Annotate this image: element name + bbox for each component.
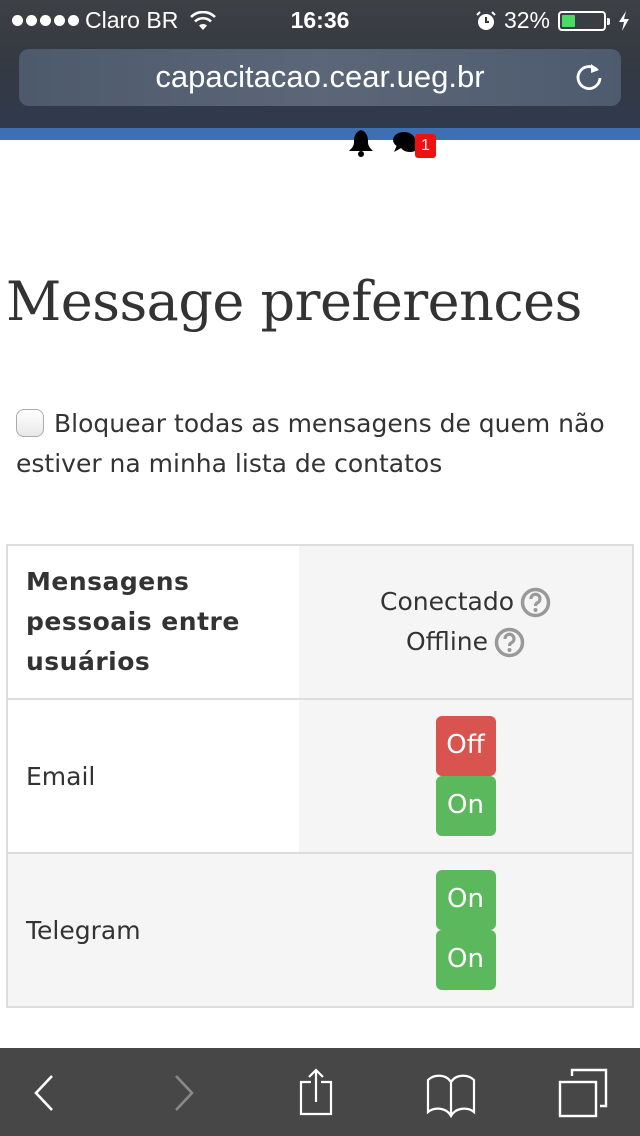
toggle-email-offline[interactable]: On xyxy=(435,776,496,836)
column-offline: Offline xyxy=(299,622,632,662)
reload-icon[interactable] xyxy=(573,61,605,93)
navbar-icons: 1 xyxy=(340,126,480,166)
message-preferences-table: Mensagens pessoais entre usuários Conect… xyxy=(6,544,634,1008)
browser-chrome: Claro BR 16:36 32% capacitacao.cear.ueg.… xyxy=(0,0,640,128)
status-right: 32% xyxy=(476,7,630,34)
column-label: Conectado xyxy=(379,587,514,616)
block-non-contacts-label: Bloquear todas as mensagens de quem não … xyxy=(16,409,605,478)
messages-badge[interactable]: 1 xyxy=(415,134,436,158)
tabs-icon[interactable] xyxy=(556,1066,610,1120)
url-text[interactable]: capacitacao.cear.ueg.br xyxy=(19,59,621,95)
battery-fill xyxy=(562,14,575,27)
forward-icon[interactable] xyxy=(156,1066,210,1120)
battery-percent: 32% xyxy=(503,7,550,33)
column-label: Offline xyxy=(405,627,489,656)
help-icon[interactable] xyxy=(520,587,551,618)
table-row: Email Off On xyxy=(7,698,633,853)
carrier-name: Claro BR xyxy=(85,7,179,33)
table-header-row: Mensagens pessoais entre usuários Conect… xyxy=(7,544,633,699)
column-conectado: Conectado xyxy=(299,582,632,622)
header-label: Mensagens pessoais entre usuários xyxy=(7,544,299,699)
status-left: Claro BR xyxy=(12,7,217,34)
processor-toggles: On On xyxy=(299,852,633,1007)
bell-icon[interactable] xyxy=(346,128,376,158)
signal-strength-icon xyxy=(12,15,79,26)
processor-label-telegram: Telegram xyxy=(7,852,299,1007)
toggle-telegram-offline[interactable]: On xyxy=(435,930,496,990)
alarm-icon xyxy=(476,10,496,30)
back-icon[interactable] xyxy=(16,1066,70,1120)
bookmarks-icon[interactable] xyxy=(424,1066,478,1120)
block-non-contacts-option[interactable]: Bloquear todas as mensagens de quem não … xyxy=(16,404,606,484)
clock: 16:36 xyxy=(290,7,350,33)
status-bar: Claro BR 16:36 32% xyxy=(0,0,640,40)
header-columns: Conectado Offline xyxy=(299,544,633,699)
site-navbar xyxy=(0,128,640,140)
processor-toggles: Off On xyxy=(299,698,633,853)
processor-label-email: Email xyxy=(7,698,299,853)
share-icon[interactable] xyxy=(292,1066,346,1120)
browser-toolbar xyxy=(0,1048,640,1136)
page-title: Message preferences xyxy=(6,270,582,333)
wifi-icon xyxy=(190,10,217,30)
help-icon[interactable] xyxy=(494,627,525,658)
toggle-email-conectado[interactable]: Off xyxy=(435,716,496,776)
address-bar[interactable]: capacitacao.cear.ueg.br xyxy=(19,49,621,106)
block-non-contacts-checkbox[interactable] xyxy=(16,409,44,437)
battery-icon xyxy=(558,10,610,31)
table-row: Telegram On On xyxy=(7,852,633,1007)
toggle-telegram-conectado[interactable]: On xyxy=(435,870,496,930)
charging-bolt-icon xyxy=(619,10,629,31)
